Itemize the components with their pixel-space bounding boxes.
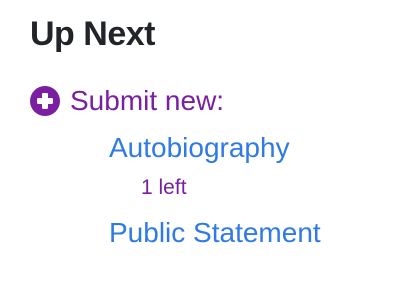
submit-new-label: Submit new: bbox=[70, 85, 225, 116]
up-next-panel: Up Next Submit new: Autobiography 1 left… bbox=[0, 0, 394, 282]
submit-new-button[interactable]: Submit new: bbox=[30, 83, 224, 119]
public-statement-link[interactable]: Public Statement bbox=[109, 215, 321, 251]
plus-circle-icon bbox=[30, 86, 60, 116]
autobiography-remaining-count: 1 left bbox=[141, 176, 187, 199]
section-title: Up Next bbox=[30, 15, 155, 53]
autobiography-link[interactable]: Autobiography bbox=[109, 130, 290, 166]
